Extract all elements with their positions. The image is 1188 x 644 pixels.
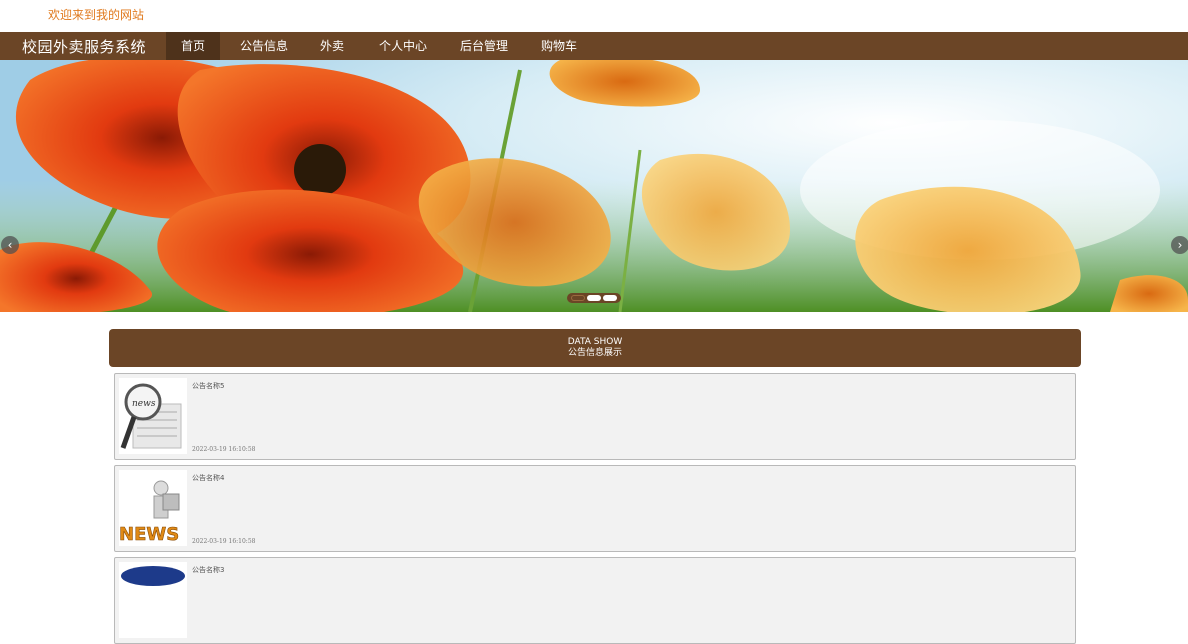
carousel-prev-button[interactable]: ‹	[1, 236, 19, 254]
nav-item-home[interactable]: 首页	[166, 32, 220, 60]
welcome-text: 欢迎来到我的网站	[48, 8, 145, 22]
section-title-en: DATA SHOW	[567, 337, 623, 347]
hero-carousel[interactable]: ‹ ›	[0, 60, 1188, 312]
svg-text:news: news	[132, 399, 156, 409]
section-title-cn: 公告信息展示	[567, 348, 622, 358]
site-brand[interactable]: 校园外卖服务系统	[22, 36, 146, 57]
poppy-banner-image	[0, 60, 1188, 312]
notice-date: 2022-03-19 16:10:58	[192, 446, 256, 453]
notice-date: 2022-03-19 16:10:58	[192, 538, 256, 545]
carousel-indicator-1[interactable]	[571, 295, 585, 301]
chevron-right-icon: ›	[1177, 238, 1183, 252]
section-header: DATA SHOW 公告信息展示	[109, 329, 1081, 367]
svg-text:NEWS: NEWS	[119, 524, 179, 545]
notice-title: 公告名称3	[192, 566, 225, 574]
notice-card[interactable]: news 公告名称5 2022-03-19 16:10:58	[114, 373, 1076, 460]
news-badge-icon	[119, 562, 187, 638]
news-3d-figure-icon: NEWS	[119, 470, 187, 546]
notice-title: 公告名称4	[192, 474, 225, 482]
news-magnifier-icon: news	[119, 378, 187, 454]
carousel-indicators	[567, 293, 621, 303]
nav-item-cart[interactable]: 购物车	[534, 32, 584, 60]
top-navbar: 校园外卖服务系统 首页 公告信息 外卖 个人中心 后台管理 购物车	[0, 32, 1188, 60]
chevron-left-icon: ‹	[7, 238, 13, 252]
carousel-next-button[interactable]: ›	[1171, 236, 1188, 254]
notice-card[interactable]: NEWS 公告名称4 2022-03-19 16:10:58	[114, 465, 1076, 552]
carousel-indicator-3[interactable]	[603, 295, 617, 301]
nav-item-admin[interactable]: 后台管理	[452, 32, 516, 60]
nav-item-takeout[interactable]: 外卖	[312, 32, 352, 60]
notice-card[interactable]: 公告名称3	[114, 557, 1076, 644]
nav-item-notices[interactable]: 公告信息	[232, 32, 296, 60]
carousel-indicator-2[interactable]	[587, 295, 601, 301]
nav-item-personal-center[interactable]: 个人中心	[372, 32, 434, 60]
notice-title: 公告名称5	[192, 382, 225, 390]
